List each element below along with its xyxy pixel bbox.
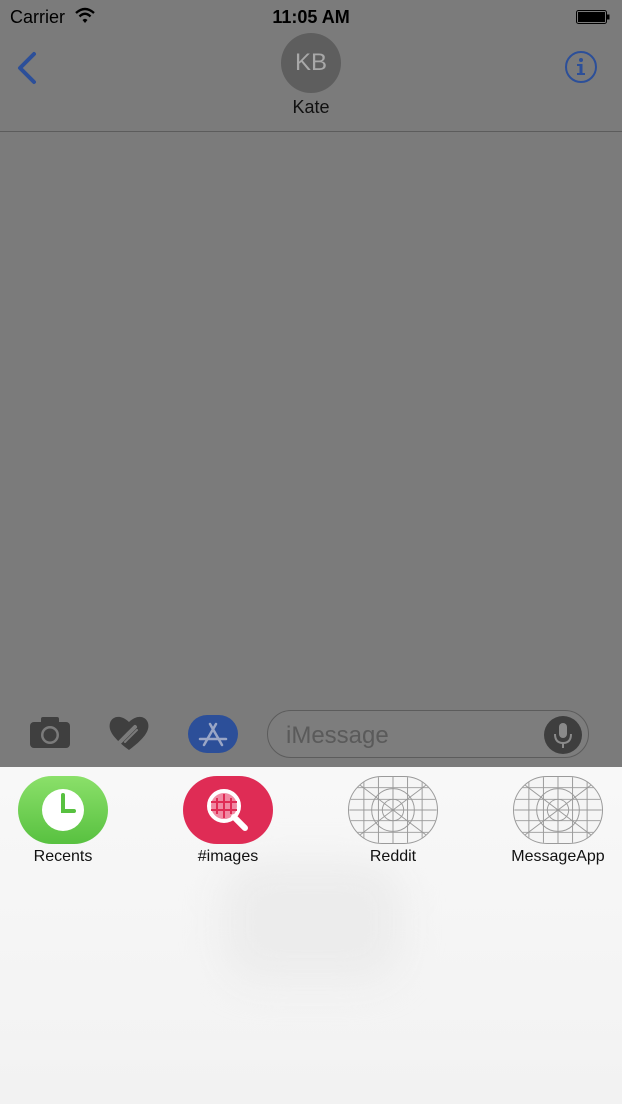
microphone-icon — [554, 723, 572, 748]
placeholder-app-icon — [348, 776, 438, 844]
info-icon[interactable] — [564, 50, 598, 84]
app-store-button[interactable] — [188, 715, 238, 753]
app-label: Reddit — [369, 848, 417, 865]
compose-bar: iMessage — [0, 700, 622, 767]
app-label: #images — [197, 848, 259, 865]
camera-icon[interactable] — [28, 714, 72, 750]
microphone-button[interactable] — [544, 716, 582, 754]
app-store-icon — [198, 722, 228, 747]
battery-icon — [576, 10, 610, 24]
digital-touch-heart-icon[interactable] — [107, 712, 151, 752]
app-images[interactable]: #images — [168, 776, 288, 866]
app-label: MessageApp — [511, 848, 605, 865]
message-input-placeholder: iMessage — [286, 722, 389, 749]
app-reddit[interactable]: Reddit — [333, 776, 453, 866]
contact-avatar[interactable]: KB — [281, 33, 341, 93]
app-messageapp[interactable]: MessageApp — [498, 776, 618, 866]
back-chevron-icon[interactable] — [14, 50, 44, 86]
image-search-icon — [183, 776, 273, 844]
app-label: Recents — [33, 848, 93, 865]
status-bar: Carrier 11:05 AM — [0, 0, 622, 36]
clock-time: 11:05 AM — [272, 7, 350, 27]
placeholder-app-icon — [513, 776, 603, 844]
message-input[interactable]: iMessage — [267, 710, 589, 758]
contact-name[interactable]: Kate — [0, 97, 622, 118]
messages-screen: Carrier 11:05 AM KB Kate iMessage Recent… — [0, 0, 622, 1104]
app-drawer: Recents #images Reddit MessageApp — [0, 767, 622, 1104]
app-recents[interactable]: Recents — [3, 776, 123, 866]
conversation-header: KB Kate — [0, 33, 622, 132]
clock-icon — [18, 776, 108, 844]
